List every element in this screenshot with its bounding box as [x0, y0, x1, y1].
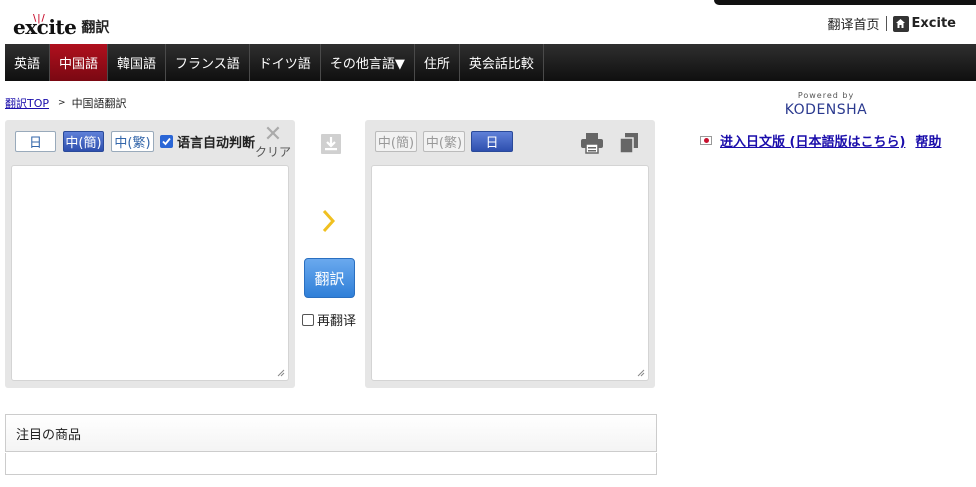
japanese-version-row: 进入日文版 (日本語版はこちら) 帮助 [700, 131, 941, 150]
chevron-right-icon [320, 208, 338, 237]
source-panel: 日 中(簡) 中(繁) 语言自动判断 ✕ クリア [5, 120, 295, 388]
nav-item-chinese[interactable]: 中国語 [50, 44, 109, 81]
breadcrumb-arrow-icon: > [58, 98, 66, 108]
auto-detect-label: 语言自动判断 [177, 136, 256, 151]
breadcrumb: 翻訳TOP > 中国語翻訳 [5, 95, 127, 111]
copy-icon[interactable] [619, 132, 639, 157]
excite-home-link[interactable]: Excite [912, 16, 956, 31]
resize-grip-icon[interactable] [637, 369, 645, 377]
resize-grip-icon[interactable] [277, 369, 285, 377]
nav-item-english[interactable]: 英語 [5, 44, 51, 81]
retranslate-checkbox[interactable] [302, 313, 314, 326]
header-links: 翻译首页 Excite [828, 14, 956, 33]
logo-wordmark: \|/ excite [13, 14, 77, 38]
service-name: 翻訳 [81, 20, 110, 36]
source-lang-chinese-traditional[interactable]: 中(繁) [111, 131, 154, 152]
translate-button[interactable]: 翻訳 [304, 258, 355, 298]
retranslate-label: 再翻译 [317, 314, 357, 329]
breadcrumb-current: 中国語翻訳 [71, 97, 127, 110]
language-nav: 英語 中国語 韓国語 フランス語 ドイツ語 その他言語▼ 住所 英会話比較 [5, 44, 976, 81]
print-icon[interactable] [580, 132, 604, 157]
help-link[interactable]: 帮助 [915, 131, 941, 150]
translate-home-link[interactable]: 翻译首页 [828, 14, 880, 33]
clear-label: クリア [254, 145, 291, 159]
excite-logo[interactable]: \|/ excite 翻訳 [13, 8, 109, 38]
japan-flag-icon [700, 136, 712, 145]
target-panel: 中(簡) 中(繁) 日 [365, 120, 655, 388]
nav-item-english-conversation[interactable]: 英会話比較 [460, 44, 544, 81]
auto-detect-checkbox[interactable] [160, 135, 173, 148]
nav-item-german[interactable]: ドイツ語 [250, 44, 321, 81]
kodensha-logo[interactable]: Powered by KODENSHA [780, 91, 872, 118]
powered-by-label: Powered by [797, 91, 855, 100]
nav-item-other-languages[interactable]: その他言語▼ [321, 44, 415, 81]
header-black-cap [714, 0, 976, 5]
source-text-input[interactable] [11, 165, 289, 381]
home-icon[interactable] [892, 15, 909, 32]
kodensha-brand: KODENSHA [784, 102, 868, 118]
target-text-output[interactable] [371, 165, 649, 381]
nav-item-korean[interactable]: 韓国語 [108, 44, 167, 81]
source-lang-japanese[interactable]: 日 [15, 131, 56, 152]
target-lang-chinese-traditional[interactable]: 中(繁) [423, 131, 465, 152]
auto-detect[interactable]: 语言自动判断 [160, 132, 255, 151]
source-lang-chinese-simplified[interactable]: 中(簡) [63, 131, 104, 152]
featured-products-body [5, 453, 657, 475]
logo-spark-icon: \|/ [33, 14, 46, 24]
close-icon: ✕ [263, 122, 283, 147]
header-link-divider [885, 16, 887, 31]
clear-button[interactable]: ✕ クリア [253, 122, 293, 160]
target-lang-japanese[interactable]: 日 [471, 131, 513, 152]
japanese-version-link[interactable]: 进入日文版 (日本語版はこちら) [720, 131, 905, 150]
featured-products-title: 注目の商品 [16, 427, 82, 443]
retranslate-option[interactable]: 再翻译 [302, 310, 356, 329]
nav-item-french[interactable]: フランス語 [166, 44, 250, 81]
featured-products-header: 注目の商品 [5, 414, 657, 452]
swap-languages-icon[interactable] [320, 133, 342, 158]
nav-item-address[interactable]: 住所 [415, 44, 460, 81]
top-header: \|/ excite 翻訳 翻译首页 Excite [0, 0, 976, 44]
target-lang-chinese-simplified[interactable]: 中(簡) [375, 131, 417, 152]
breadcrumb-root-link[interactable]: 翻訳TOP [5, 95, 49, 111]
